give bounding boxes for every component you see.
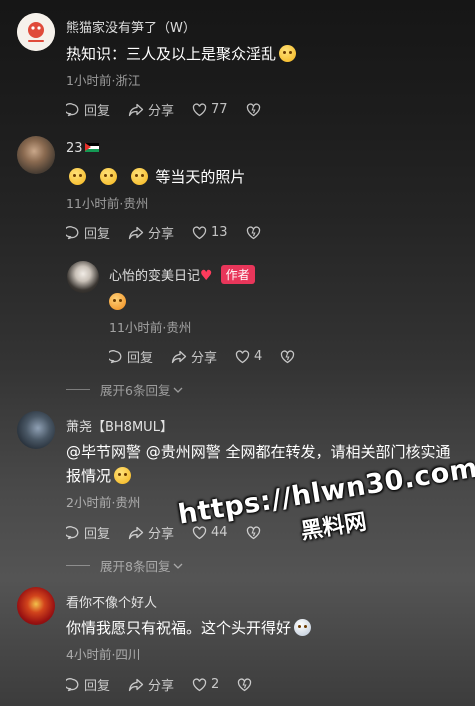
comment-text: 等当天的照片 xyxy=(66,165,245,189)
comment-text: @毕节网警 @贵州网警 全网都在转发，请相关部门核实通 报情况 xyxy=(66,443,451,485)
broken-heart-icon xyxy=(238,677,252,691)
avatar[interactable] xyxy=(67,261,99,293)
dislike-button[interactable] xyxy=(237,677,256,692)
comment-text: 你情我愿只有祝福。这个头开得好 xyxy=(66,616,314,640)
dislike-button[interactable] xyxy=(246,525,265,540)
reply-button[interactable]: 回复 xyxy=(66,523,110,542)
comment-author[interactable]: 萧尧【BH8MUL】 xyxy=(66,416,173,435)
share-button[interactable]: 分享 xyxy=(128,100,174,119)
dislike-button[interactable] xyxy=(246,102,265,117)
divider-line xyxy=(66,389,90,390)
comment-author[interactable]: 熊猫家没有笋了（W） xyxy=(66,17,196,36)
share-arrow-icon xyxy=(171,350,187,363)
expand-replies-button[interactable]: 展开6条回复 xyxy=(66,380,184,399)
reply-emoji xyxy=(109,290,129,314)
red-heart-icon: ♥ xyxy=(200,268,213,284)
reply-bubble-icon xyxy=(66,225,79,239)
comment-actions: 回复 分享 2 xyxy=(66,675,274,694)
smile-emoji-icon xyxy=(130,168,148,185)
comment-author[interactable]: 看你不像个好人 xyxy=(66,592,157,611)
expand-replies-button[interactable]: 展开8条回复 xyxy=(66,556,184,575)
cat-emoji-icon xyxy=(294,619,312,636)
chevron-down-icon xyxy=(173,387,183,393)
like-button[interactable]: 44 xyxy=(192,525,228,540)
heart-icon xyxy=(192,525,207,539)
comment-meta: 4小时前·四川 xyxy=(66,647,141,662)
smile-emoji-icon xyxy=(99,168,117,185)
like-button[interactable]: 4 xyxy=(235,349,262,364)
like-button[interactable]: 13 xyxy=(192,225,228,240)
avatar[interactable] xyxy=(17,136,55,174)
share-arrow-icon xyxy=(128,526,144,539)
flag-icon xyxy=(84,143,99,152)
comment-author[interactable]: 23 xyxy=(66,141,99,156)
broken-heart-icon xyxy=(246,525,260,539)
comment-actions: 回复 分享 77 xyxy=(66,100,283,119)
comment-meta: 11小时前·贵州 xyxy=(66,196,149,211)
heart-icon xyxy=(235,349,250,363)
reply-bubble-icon xyxy=(66,525,79,539)
avatar[interactable] xyxy=(17,587,55,625)
heart-eyes-emoji-icon xyxy=(109,293,126,310)
broken-heart-icon xyxy=(246,225,260,239)
dislike-button[interactable] xyxy=(280,349,299,364)
reply-button[interactable]: 回复 xyxy=(66,100,110,119)
comment-actions: 回复 分享 44 xyxy=(66,523,283,542)
comment-text: 热知识：三人及以上是聚众淫乱 xyxy=(66,42,299,66)
heart-icon xyxy=(192,102,207,116)
laughing-emoji-icon xyxy=(114,467,132,484)
like-button[interactable]: 77 xyxy=(192,102,228,117)
heart-icon xyxy=(192,225,207,239)
heart-icon xyxy=(192,677,207,691)
avatar[interactable] xyxy=(17,13,55,51)
share-arrow-icon xyxy=(128,226,144,239)
share-button[interactable]: 分享 xyxy=(128,523,174,542)
panda-logo-icon xyxy=(17,13,55,51)
reply-bubble-icon xyxy=(109,349,122,363)
smile-emoji-icon xyxy=(69,168,86,185)
reply-author[interactable]: 心怡的变美日记♥ 作者 xyxy=(109,265,255,284)
comment-actions: 回复 分享 13 xyxy=(66,223,283,242)
like-button[interactable]: 2 xyxy=(192,677,219,692)
reply-button[interactable]: 回复 xyxy=(66,675,110,694)
smile-emoji-icon xyxy=(279,45,297,62)
share-arrow-icon xyxy=(128,103,144,116)
reply-bubble-icon xyxy=(66,102,79,116)
share-button[interactable]: 分享 xyxy=(171,347,217,366)
share-button[interactable]: 分享 xyxy=(128,675,174,694)
avatar[interactable] xyxy=(17,411,55,449)
reply-bubble-icon xyxy=(66,677,79,691)
author-badge: 作者 xyxy=(220,265,255,284)
comment-meta: 1小时前·浙江 xyxy=(66,73,141,88)
comment-meta: 2小时前·贵州 xyxy=(66,495,141,510)
reply-button[interactable]: 回复 xyxy=(66,223,110,242)
share-arrow-icon xyxy=(128,678,144,691)
chevron-down-icon xyxy=(173,563,183,569)
reply-meta: 11小时前·贵州 xyxy=(109,320,192,335)
broken-heart-icon xyxy=(281,349,295,363)
reply-actions: 回复 分享 4 xyxy=(109,347,317,366)
dislike-button[interactable] xyxy=(246,225,265,240)
divider-line xyxy=(66,565,90,566)
share-button[interactable]: 分享 xyxy=(128,223,174,242)
reply-button[interactable]: 回复 xyxy=(109,347,153,366)
broken-heart-icon xyxy=(246,102,260,116)
